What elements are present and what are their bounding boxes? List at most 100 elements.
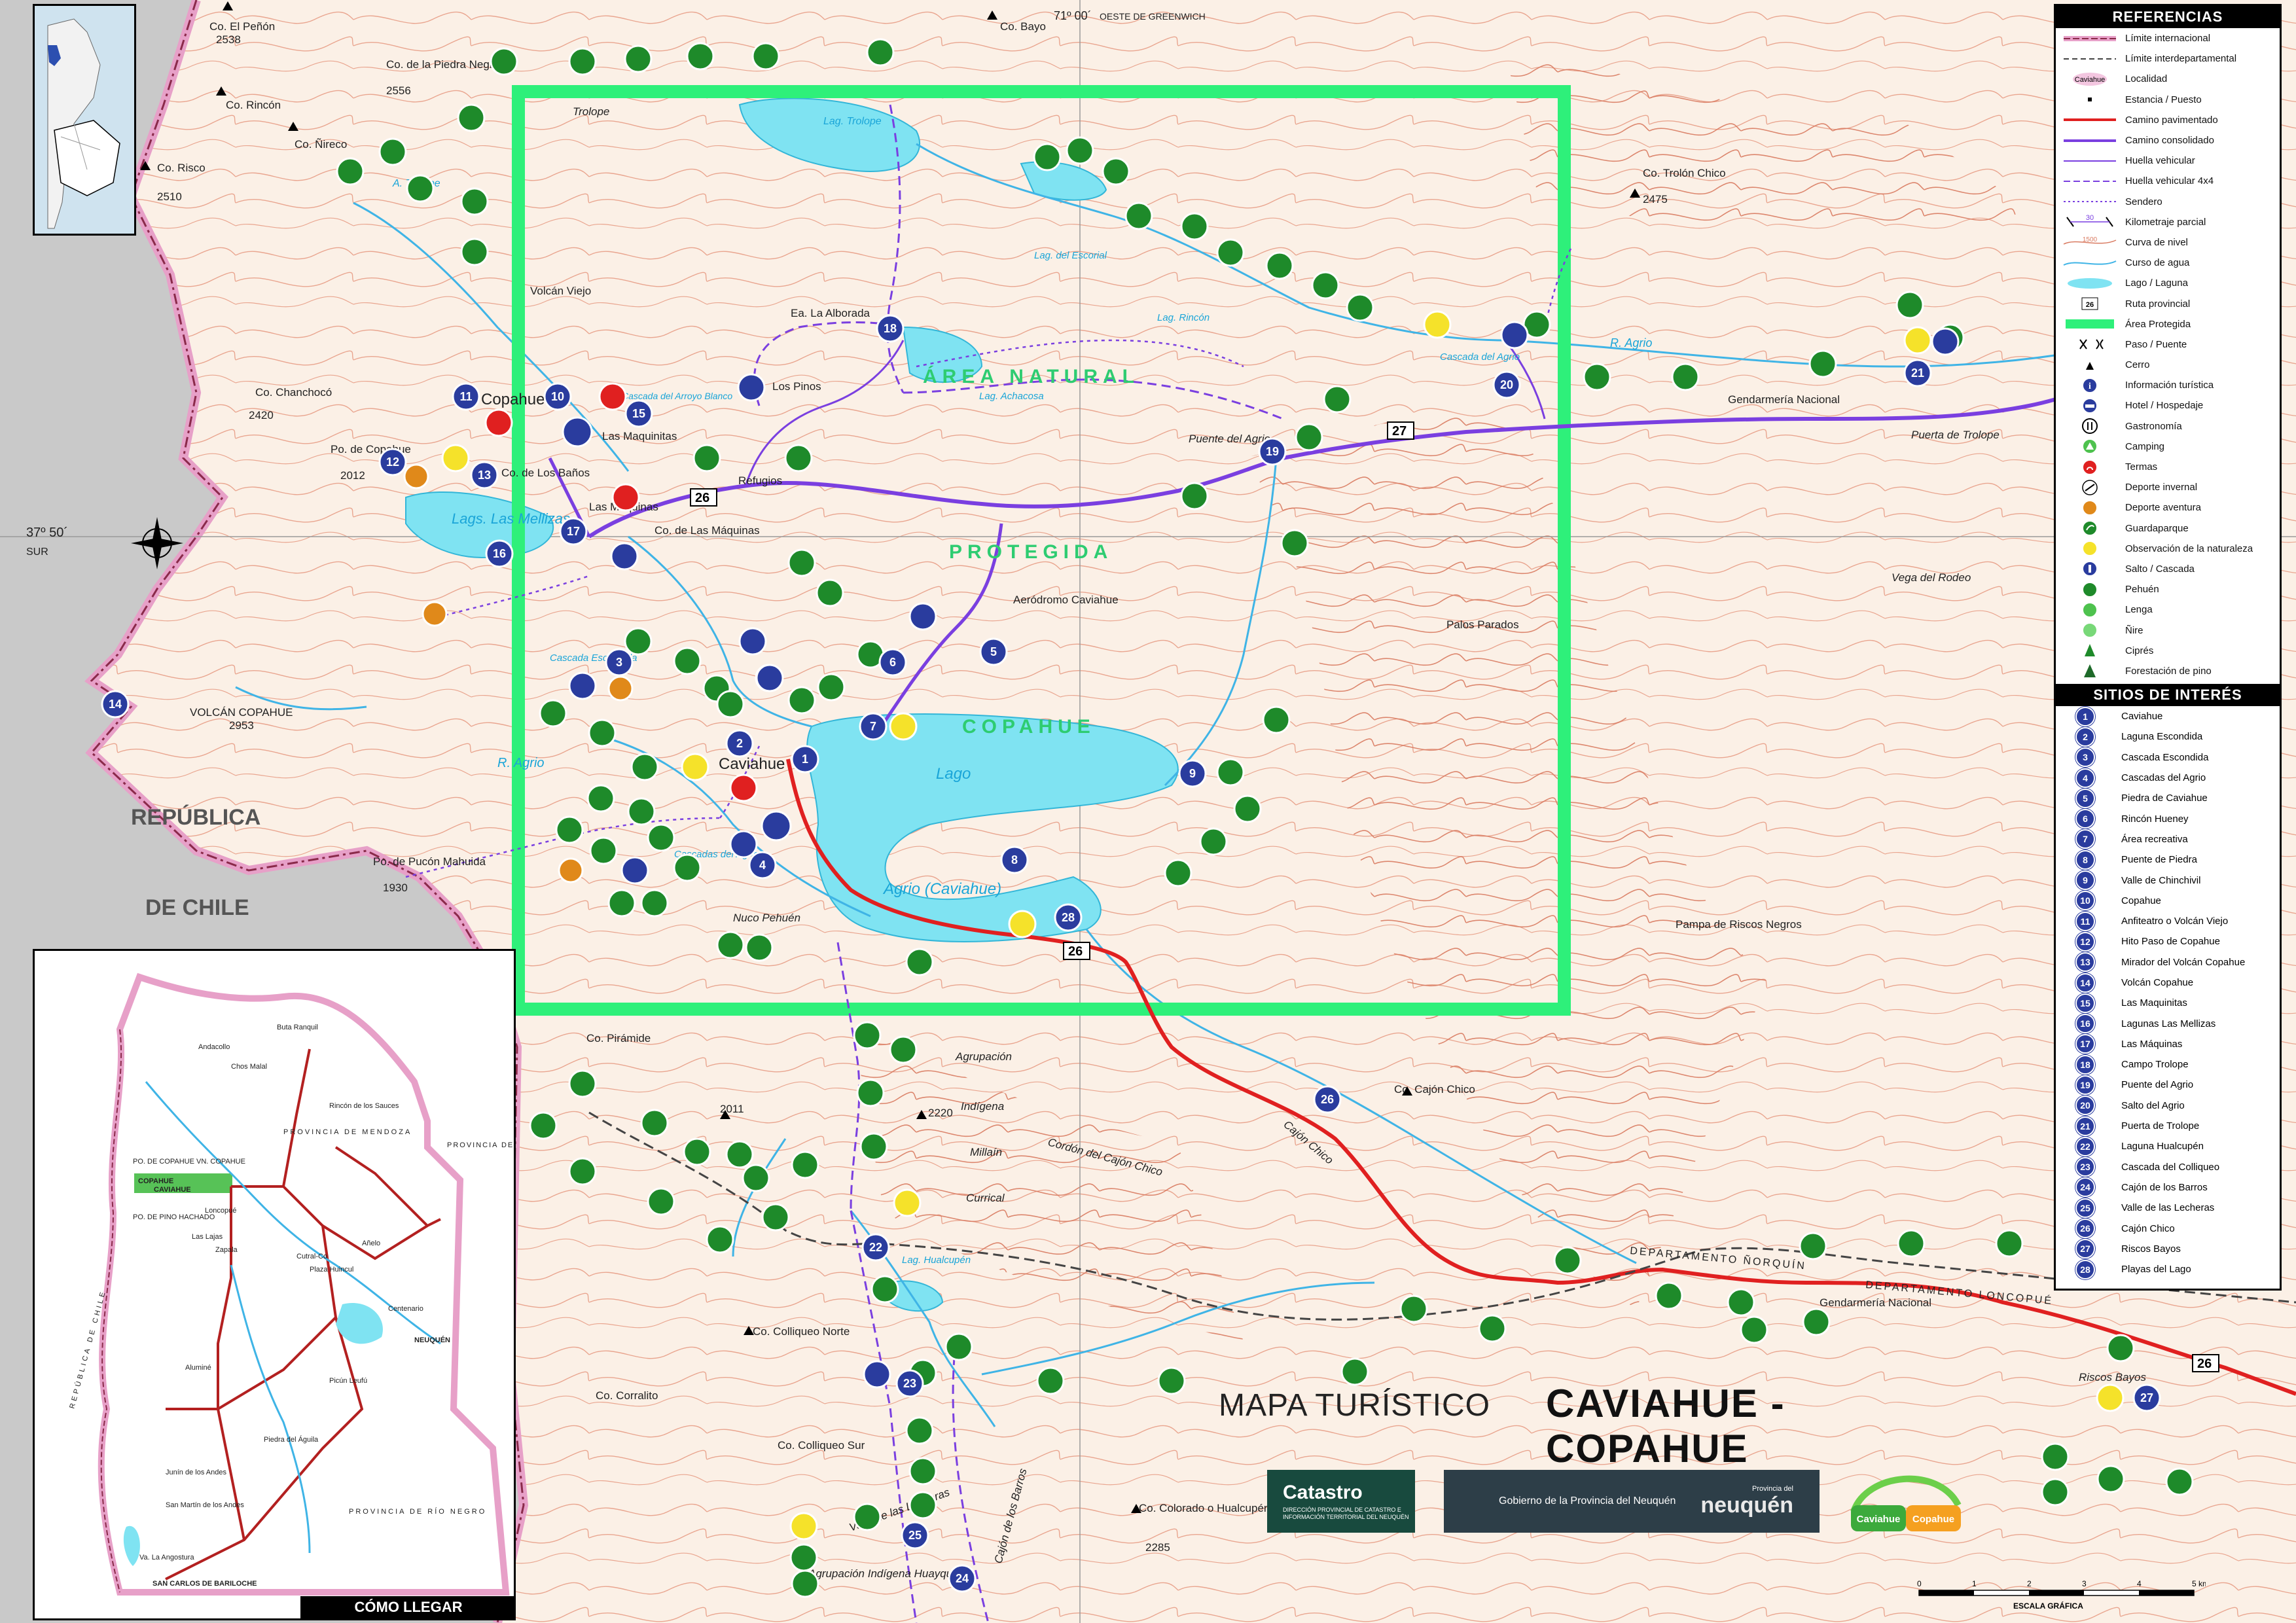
svg-text:71º 00´: 71º 00´ <box>1054 9 1092 22</box>
site-name: Riscos Bayos <box>2121 1243 2181 1255</box>
site-name: Playas del Lago <box>2121 1264 2191 1275</box>
site-list-item: 22 Laguna Hualcupén <box>2056 1136 2280 1156</box>
province-logo: Provincia del neuquén <box>1700 1485 1793 1518</box>
site-number-badge: 26 <box>2075 1219 2095 1239</box>
legend-item-km: 30 Kilometraje parcial <box>2056 212 2280 232</box>
svg-text:17: 17 <box>567 525 580 538</box>
svg-text:15: 15 <box>632 407 645 420</box>
svg-text:SAN CARLOS DE BARILOCHE: SAN CARLOS DE BARILOCHE <box>152 1580 257 1588</box>
svg-text:Co. Bayo: Co. Bayo <box>1000 20 1046 33</box>
svg-text:i: i <box>2089 382 2091 391</box>
legend-heading: REFERENCIAS <box>2056 6 2280 28</box>
site-number-badge: 10 <box>2075 891 2095 911</box>
site-list-item: 9 Valle de Chinchivil <box>2056 870 2280 891</box>
legend-item-peak: Cerro <box>2056 355 2280 375</box>
svg-text:6: 6 <box>889 656 896 669</box>
svg-text:Puente del Agrio: Puente del Agrio <box>1189 433 1270 445</box>
consol-icon <box>2060 132 2120 150</box>
svg-text:26: 26 <box>2086 301 2094 309</box>
site-name: Valle de las Lecheras <box>2121 1202 2215 1214</box>
svg-text:Riscos Bayos: Riscos Bayos <box>2079 1371 2146 1383</box>
svg-text:4: 4 <box>759 859 766 872</box>
site-name: Valle de Chinchivil <box>2121 874 2201 886</box>
legend-item-label: Huella vehicular <box>2125 155 2195 167</box>
site-name: Laguna Hualcupén <box>2121 1141 2204 1152</box>
svg-text:Lag. Trolope: Lag. Trolope <box>823 116 882 127</box>
legend-item-label: Deporte invernal <box>2125 482 2198 493</box>
svg-text:Lag. Hualcupén: Lag. Hualcupén <box>902 1255 971 1266</box>
svg-text:Picún Leufú: Picún Leufú <box>329 1377 367 1385</box>
trail-icon <box>2060 192 2120 211</box>
legend-item-waterfall: Salto / Cascada <box>2056 559 2280 579</box>
legend-item-label: Información turística <box>2125 380 2214 391</box>
legend-item-ranger: Guardaparque <box>2056 518 2280 539</box>
legend-item-route: 26 Ruta provincial <box>2056 293 2280 313</box>
site-name: Salto del Agrio <box>2121 1099 2185 1111</box>
legend-item-pino: Forestación de pino <box>2056 661 2280 681</box>
site-number-badge: 2 <box>2075 726 2095 747</box>
legend-item-label: Forestación de pino <box>2125 665 2212 677</box>
site-name: Rincón Hueney <box>2121 813 2189 825</box>
area-label-1: ÁREA NATURAL <box>923 365 1139 387</box>
svg-text:Currical: Currical <box>966 1192 1005 1204</box>
svg-text:9: 9 <box>1189 767 1196 780</box>
intl-icon <box>2060 29 2120 48</box>
site-number-badge: 21 <box>2075 1116 2095 1136</box>
svg-text:25: 25 <box>908 1529 922 1542</box>
svg-text:R. Agrio: R. Agrio <box>497 756 545 770</box>
legend-item-intl: Límite internacional <box>2056 28 2280 48</box>
svg-text:3: 3 <box>616 656 622 669</box>
svg-text:37º 50´: 37º 50´ <box>26 526 68 540</box>
legend-item-label: Lago / Laguna <box>2125 277 2188 289</box>
site-list-item: 14 Volcán Copahue <box>2056 972 2280 993</box>
legend-item-dot: Estancia / Puesto <box>2056 90 2280 110</box>
legend-item-dept: Límite interdepartamental <box>2056 48 2280 69</box>
site-number-badge: 7 <box>2075 829 2095 849</box>
legend-item-label: Ruta provincial <box>2125 298 2191 310</box>
site-name: Lagunas Las Mellizas <box>2121 1018 2216 1029</box>
legend-item-label: Gastronomía <box>2125 420 2182 432</box>
lake-icon <box>2060 274 2120 293</box>
legend-item-label: Camino pavimentado <box>2125 114 2218 126</box>
legend-item-label: Termas <box>2125 461 2158 473</box>
svg-text:Lags. Las Mellizas: Lags. Las Mellizas <box>452 510 570 527</box>
inset-title: CÓMO LLEGAR <box>300 1596 514 1618</box>
legend-item-label: Estancia / Puesto <box>2125 94 2202 105</box>
site-number-badge: 9 <box>2075 870 2095 891</box>
site-list-item: 27 Riscos Bayos <box>2056 1239 2280 1259</box>
svg-text:Co. Chanchocó: Co. Chanchocó <box>255 386 332 399</box>
site-number-badge: 11 <box>2075 911 2095 931</box>
inset-map: PROVINCIA DE MENDOZA PROVINCIA DE LA PAM… <box>35 951 514 1596</box>
svg-text:Plaza Huincul: Plaza Huincul <box>310 1266 353 1274</box>
site-number-badge: 13 <box>2075 952 2095 972</box>
pass-icon <box>2060 335 2120 353</box>
site-name: Cascadas del Agrio <box>2121 772 2206 784</box>
sites-heading: SITIOS DE INTERÉS <box>2056 684 2280 706</box>
legend-item-food: Gastronomía <box>2056 416 2280 437</box>
observe-icon <box>2060 539 2120 558</box>
legend-item-adventure: Deporte aventura <box>2056 497 2280 518</box>
site-list-item: 4 Cascadas del Agrio <box>2056 768 2280 788</box>
legend-item-cipres: Ciprés <box>2056 641 2280 661</box>
area-label-2: PROTEGIDA <box>949 541 1113 563</box>
locator-inset <box>33 4 136 236</box>
site-name: Volcán Copahue <box>2121 977 2194 988</box>
svg-text:Copahue: Copahue <box>1912 1514 1954 1525</box>
svg-text:Lago: Lago <box>936 765 971 783</box>
svg-text:1500: 1500 <box>2083 236 2098 243</box>
site-number-badge: 23 <box>2075 1157 2095 1177</box>
svg-text:10: 10 <box>551 390 564 403</box>
site-number-badge: 17 <box>2075 1034 2095 1054</box>
site-name: Hito Paso de Copahue <box>2121 936 2220 948</box>
site-list-item: 25 Valle de las Lecheras <box>2056 1198 2280 1218</box>
site-list-item: 17 Las Máquinas <box>2056 1034 2280 1054</box>
svg-text:Cutral-Co: Cutral-Co <box>296 1253 327 1260</box>
svg-text:SUR: SUR <box>26 546 48 558</box>
legend-item-label: Localidad <box>2125 73 2168 85</box>
svg-text:Palos Parados: Palos Parados <box>1446 618 1519 631</box>
svg-text:2012: 2012 <box>340 469 365 482</box>
svg-text:Agrio (Caviahue): Agrio (Caviahue) <box>882 880 1001 898</box>
legend-item-pehuen: Pehuén <box>2056 579 2280 599</box>
province-logo-text: neuquén <box>1700 1492 1793 1518</box>
svg-text:Trolope: Trolope <box>573 105 609 118</box>
